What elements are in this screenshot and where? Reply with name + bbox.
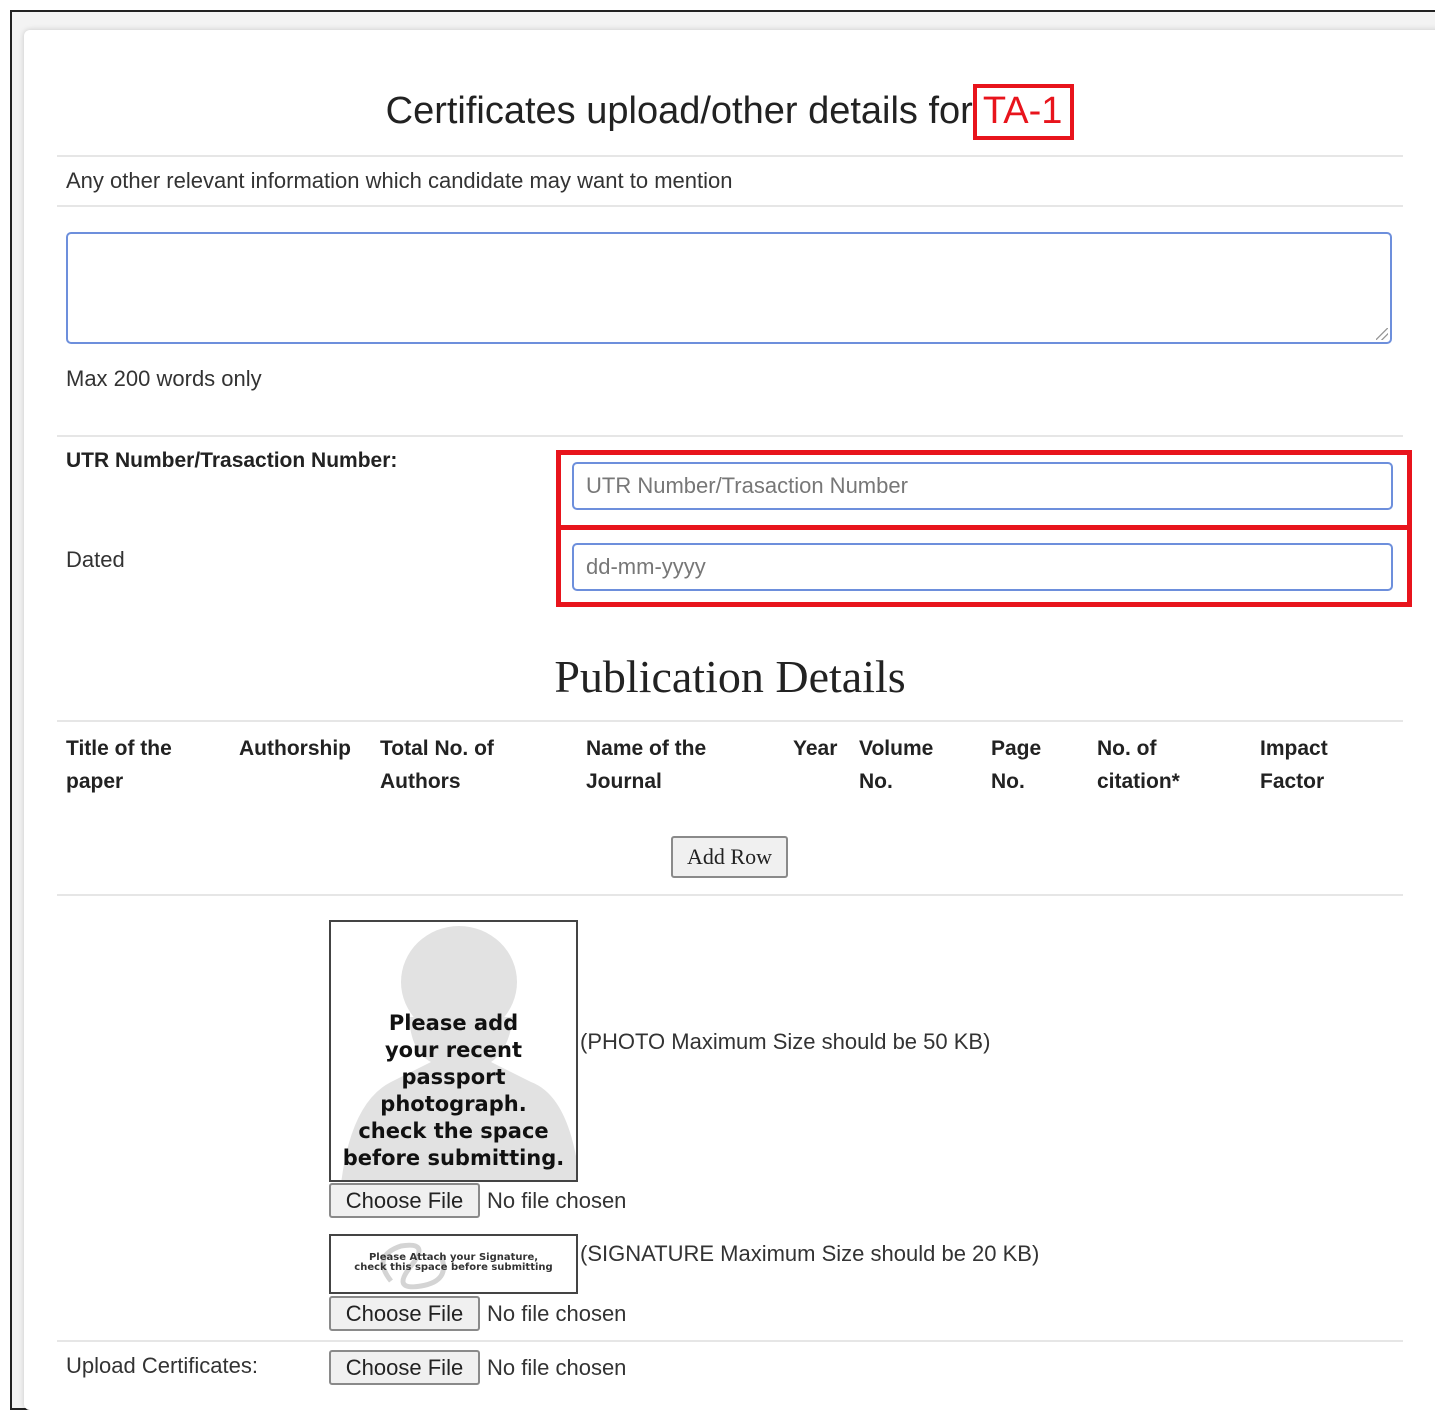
photo-size-hint: (PHOTO Maximum Size should be 50 KB) <box>580 1029 991 1054</box>
divider <box>57 435 1403 437</box>
photo-preview: Please add your recent passport photogra… <box>329 920 578 1182</box>
column-volume-no: Volume No. <box>859 737 934 793</box>
add-row-button[interactable]: Add Row <box>671 836 788 878</box>
dated-label: Dated <box>66 547 125 572</box>
divider <box>57 1340 1403 1342</box>
signature-size-hint: (SIGNATURE Maximum Size should be 20 KB) <box>580 1241 1040 1266</box>
certificates-file-status: No file chosen <box>487 1355 627 1380</box>
certificates-choose-file-button[interactable]: Choose File <box>329 1350 480 1385</box>
divider <box>57 205 1403 207</box>
photo-file-status: No file chosen <box>487 1188 627 1213</box>
divider <box>57 894 1403 896</box>
column-title-of-paper: Title of the paper <box>66 737 172 793</box>
dated-input[interactable] <box>572 543 1393 591</box>
column-page-no: Page No. <box>991 737 1042 793</box>
column-year: Year <box>793 737 838 760</box>
signature-placeholder-text: Please Attach your Signature, check this… <box>354 1252 553 1273</box>
photo-choose-file-button[interactable]: Choose File <box>329 1183 480 1218</box>
publication-heading: Publication Details <box>554 651 906 702</box>
signature-preview: Please Attach your Signature, check this… <box>329 1234 578 1294</box>
utr-label: UTR Number/Trasaction Number: <box>66 449 398 472</box>
page-title-text: Certificates upload/other details for <box>385 90 973 132</box>
column-impact-factor: Impact Factor <box>1260 737 1328 793</box>
resize-handle-icon[interactable] <box>1376 328 1388 340</box>
utr-input[interactable] <box>572 462 1393 510</box>
column-journal-name: Name of the Journal <box>586 737 707 793</box>
upload-certificates-label: Upload Certificates: <box>66 1353 258 1378</box>
column-authorship: Authorship <box>239 737 351 760</box>
page-title: Certificates upload/other details for TA-… <box>0 84 1435 140</box>
other-info-textarea[interactable] <box>66 232 1392 344</box>
photo-placeholder-text: Please add your recent passport photogra… <box>342 1011 565 1170</box>
max-words-hint: Max 200 words only <box>66 366 262 391</box>
other-info-label: Any other relevant information which can… <box>66 168 733 193</box>
signature-file-status: No file chosen <box>487 1301 627 1326</box>
column-total-authors: Total No. of Authors <box>380 737 494 793</box>
title-highlight-tag: TA-1 <box>972 84 1075 140</box>
column-citations: No. of citation* <box>1097 737 1180 793</box>
divider <box>57 155 1403 157</box>
divider <box>57 720 1403 722</box>
signature-choose-file-button[interactable]: Choose File <box>329 1296 480 1331</box>
